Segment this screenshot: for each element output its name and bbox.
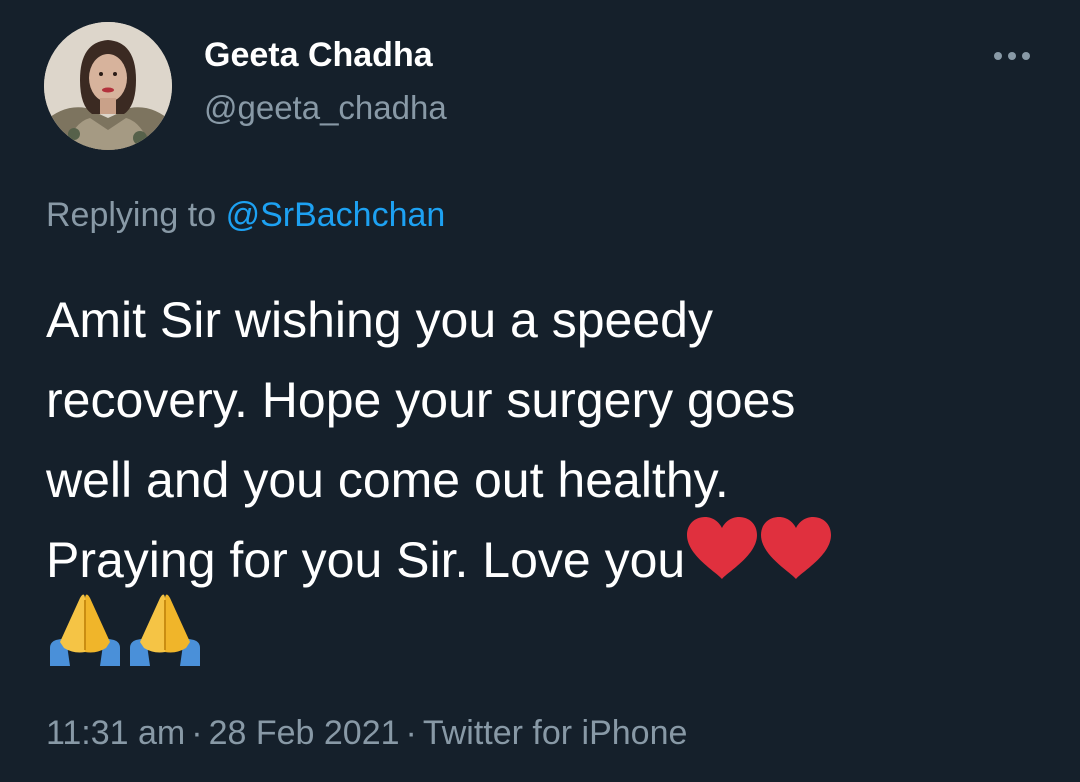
- reply-mention-link[interactable]: @SrBachchan: [226, 196, 446, 234]
- meta-separator: ·: [405, 714, 417, 752]
- folded-hands-emoji: [46, 594, 126, 689]
- user-handle[interactable]: @geeta_chadha: [204, 89, 447, 127]
- more-horizontal-icon[interactable]: [990, 40, 1034, 72]
- tweet-text: Amit Sir wishing you a speedy recovery. …: [46, 280, 1006, 680]
- red-heart-emoji: [685, 516, 759, 604]
- tweet-source[interactable]: Twitter for iPhone: [423, 714, 688, 752]
- tweet-text-line: recovery. Hope your surgery goes: [46, 372, 796, 428]
- red-heart-emoji: [759, 516, 833, 604]
- tweet-text-line: Amit Sir wishing you a speedy: [46, 292, 713, 348]
- avatar-image: [44, 22, 172, 150]
- display-name[interactable]: Geeta Chadha: [204, 36, 433, 75]
- meta-separator: ·: [191, 714, 203, 752]
- tweet-detail: Geeta Chadha @geeta_chadha Replying to @…: [0, 0, 1080, 782]
- replying-to: Replying to @SrBachchan: [46, 196, 445, 235]
- tweet-text-line-4: Praying for you Sir. Love you: [46, 516, 1006, 600]
- tweet-text-line: Praying for you Sir. Love you: [46, 532, 686, 588]
- tweet-meta: 11:31 am · 28 Feb 2021 · Twitter for iPhone: [46, 714, 687, 753]
- avatar[interactable]: [44, 22, 172, 150]
- tweet-time[interactable]: 11:31 am: [46, 714, 185, 752]
- folded-hands-emoji: [126, 594, 206, 689]
- tweet-text-line: well and you come out healthy.: [46, 452, 729, 508]
- tweet-text-line-5: [46, 594, 1006, 680]
- replying-to-label: Replying to: [46, 196, 217, 234]
- tweet-date[interactable]: 28 Feb 2021: [209, 714, 400, 752]
